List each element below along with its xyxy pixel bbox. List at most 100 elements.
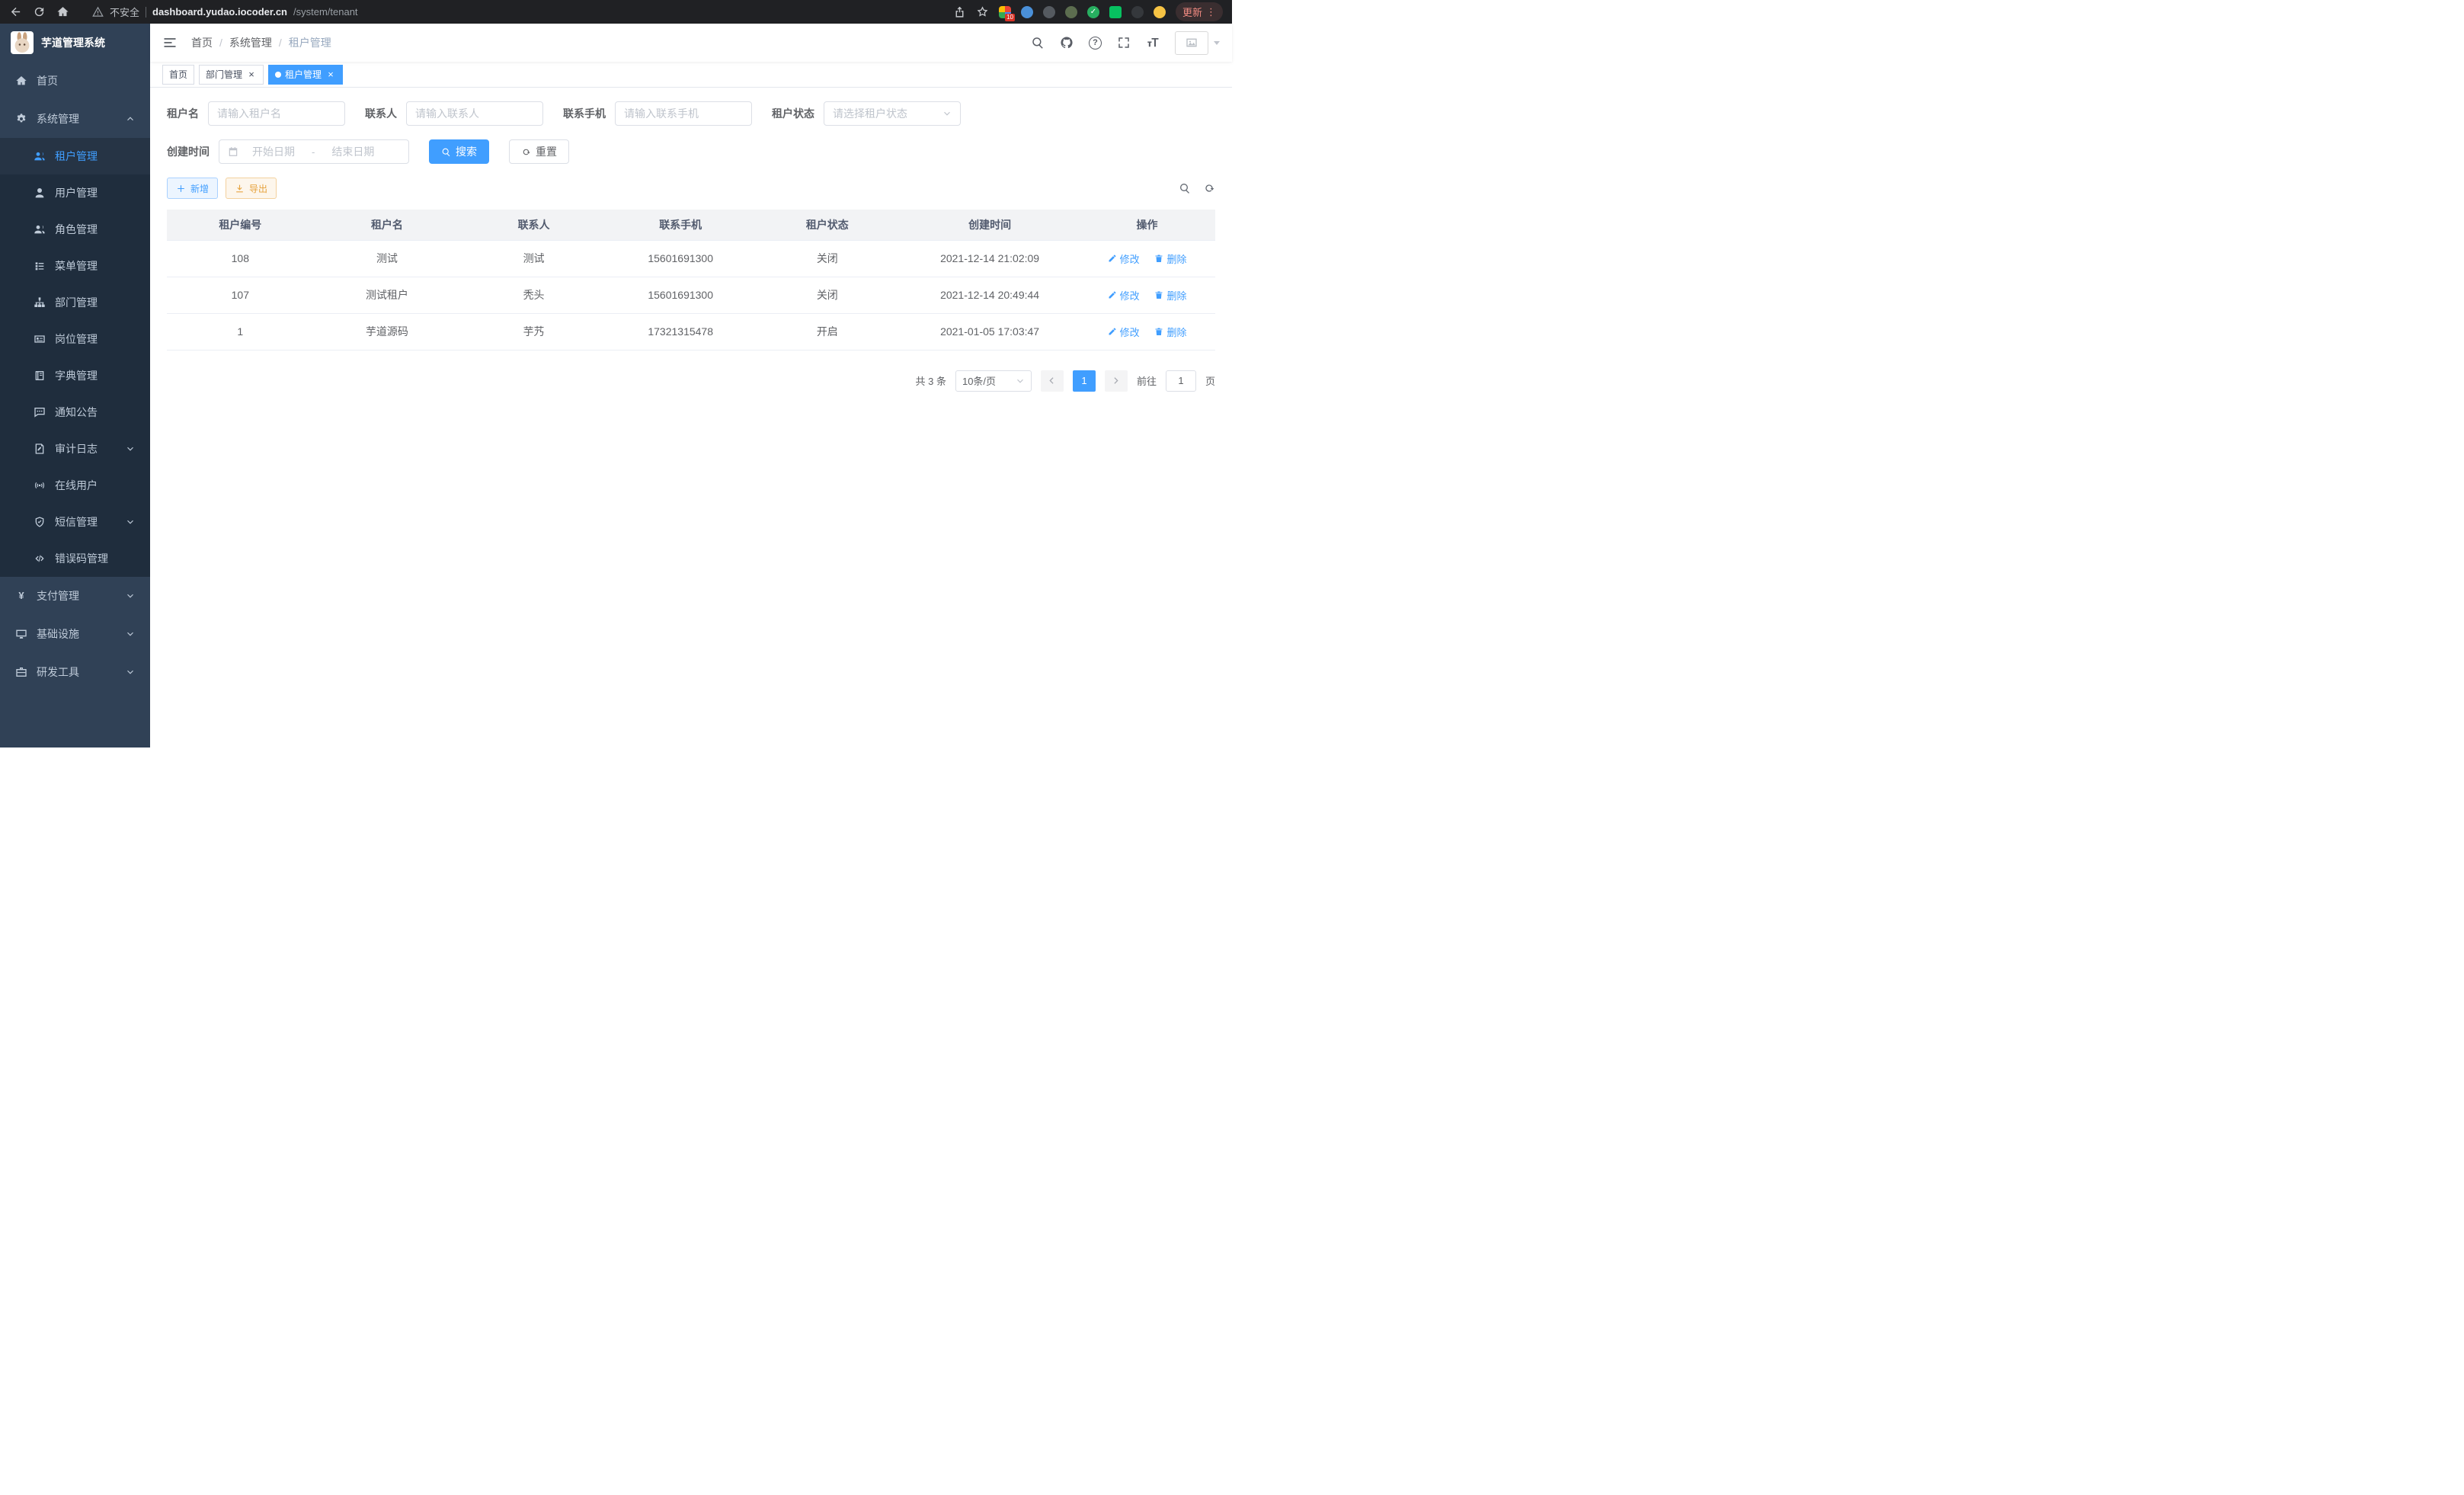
mobile-field[interactable]	[615, 101, 752, 126]
github-icon[interactable]	[1060, 36, 1074, 50]
user-avatar[interactable]	[1175, 31, 1220, 55]
reload-icon[interactable]	[33, 5, 46, 18]
sidebar-item-menu[interactable]: 菜单管理	[0, 248, 150, 284]
delete-button[interactable]: 删除	[1154, 288, 1186, 303]
extension-icon[interactable]	[1021, 6, 1033, 18]
bookmark-star-icon[interactable]	[976, 5, 989, 18]
sidebar-item-error-code[interactable]: 错误码管理	[0, 540, 150, 577]
sidebar-item-notice[interactable]: 通知公告	[0, 394, 150, 431]
status-select-input[interactable]	[833, 107, 938, 120]
chevron-down-icon	[126, 667, 135, 677]
tenant-name-field[interactable]	[208, 101, 345, 126]
address-bar[interactable]: 不安全 dashboard.yudao.iocoder.cn /system/t…	[92, 5, 942, 19]
sidebar-item-dev-tool[interactable]: 研发工具	[0, 653, 150, 691]
trash-icon	[1154, 327, 1163, 336]
browser-chrome: 不安全 dashboard.yudao.iocoder.cn /system/t…	[0, 0, 1232, 24]
prev-page-button[interactable]	[1041, 370, 1064, 392]
close-icon[interactable]: ×	[325, 69, 336, 80]
sidebar-item-user[interactable]: 用户管理	[0, 174, 150, 211]
monitor-icon	[15, 628, 27, 640]
column-header: 联系手机	[607, 210, 754, 240]
sidebar-item-label: 通知公告	[55, 405, 98, 420]
refresh-table-icon[interactable]	[1203, 182, 1215, 194]
next-page-button[interactable]	[1105, 370, 1128, 392]
cell-status: 开启	[754, 313, 901, 350]
contact-input[interactable]	[415, 107, 534, 120]
export-button[interactable]: 导出	[226, 178, 277, 199]
extension-icon[interactable]	[1043, 6, 1055, 18]
contact-field[interactable]	[406, 101, 543, 126]
cell-created: 2021-12-14 20:49:44	[901, 277, 1079, 313]
breadcrumb-item[interactable]: 系统管理	[229, 35, 272, 50]
delete-button[interactable]: 删除	[1154, 325, 1186, 339]
tag-dept[interactable]: 部门管理 ×	[199, 65, 264, 85]
extension-icon[interactable]	[1154, 6, 1166, 18]
search-icon[interactable]	[1031, 36, 1045, 50]
home-icon[interactable]	[56, 5, 69, 18]
sidebar-toggle-icon[interactable]	[162, 35, 178, 50]
page-number-button[interactable]: 1	[1073, 370, 1096, 392]
date-start-input[interactable]	[243, 146, 304, 158]
sidebar-item-post[interactable]: 岗位管理	[0, 321, 150, 357]
sidebar-item-dict[interactable]: 字典管理	[0, 357, 150, 394]
status-select[interactable]	[824, 101, 961, 126]
add-button[interactable]: 新增	[167, 178, 218, 199]
tag-tenant[interactable]: 租户管理 ×	[268, 65, 343, 85]
sidebar-item-sms[interactable]: 短信管理	[0, 504, 150, 540]
create-time-label: 创建时间	[167, 144, 210, 159]
extension-icon[interactable]	[1065, 6, 1077, 18]
page-size-select[interactable]: 10条/页	[955, 370, 1032, 392]
tag-label: 首页	[169, 68, 187, 81]
tenant-name-input[interactable]	[217, 107, 336, 120]
share-icon[interactable]	[953, 5, 966, 18]
font-size-icon[interactable]	[1146, 36, 1160, 50]
help-icon[interactable]: ?	[1089, 37, 1102, 50]
tags-view: 首页 部门管理 × 租户管理 ×	[150, 62, 1232, 88]
breadcrumb-item[interactable]: 首页	[191, 35, 213, 50]
extension-icon[interactable]	[1109, 6, 1122, 18]
browser-update-button[interactable]: 更新 ⋮	[1176, 2, 1223, 21]
sidebar-item-online-user[interactable]: 在线用户	[0, 467, 150, 504]
tenant-table: 租户编号 租户名 联系人 联系手机 租户状态 创建时间 操作 108 测试 测试	[167, 210, 1215, 351]
extension-icon[interactable]	[1131, 6, 1144, 18]
sidebar-item-dept[interactable]: 部门管理	[0, 284, 150, 321]
sidebar-item-label: 错误码管理	[55, 551, 108, 566]
cell-contact: 芋艿	[460, 313, 607, 350]
edit-button[interactable]: 修改	[1108, 251, 1140, 266]
sidebar-item-system[interactable]: 系统管理	[0, 100, 150, 138]
reset-button[interactable]: 重置	[509, 139, 569, 164]
mobile-input[interactable]	[624, 107, 743, 120]
date-separator: -	[309, 146, 318, 158]
sidebar-item-label: 租户管理	[55, 149, 98, 164]
sidebar-item-pay[interactable]: ¥ 支付管理	[0, 577, 150, 615]
tenant-name-label: 租户名	[167, 106, 199, 121]
search-button[interactable]: 搜索	[429, 139, 489, 164]
close-icon[interactable]: ×	[246, 69, 257, 80]
delete-label: 删除	[1166, 251, 1186, 266]
cell-mobile: 15601691300	[607, 240, 754, 277]
extension-icon[interactable]: ✓	[1087, 6, 1099, 18]
cell-contact: 测试	[460, 240, 607, 277]
tag-label: 部门管理	[206, 68, 242, 81]
sidebar-item-label: 岗位管理	[55, 331, 98, 347]
chevron-down-icon	[126, 629, 135, 639]
date-range-picker[interactable]: -	[219, 139, 409, 164]
date-end-input[interactable]	[322, 146, 383, 158]
sidebar-item-role[interactable]: 角色管理	[0, 211, 150, 248]
tag-home[interactable]: 首页	[162, 65, 194, 85]
extension-icon[interactable]: 10	[999, 6, 1011, 18]
edit-button[interactable]: 修改	[1108, 325, 1140, 339]
sidebar-item-home[interactable]: 首页	[0, 62, 150, 100]
edit-button[interactable]: 修改	[1108, 288, 1140, 303]
page-unit-label: 页	[1205, 373, 1215, 388]
fullscreen-icon[interactable]	[1117, 36, 1131, 50]
back-icon[interactable]	[9, 5, 22, 18]
sidebar-item-infra[interactable]: 基础设施	[0, 615, 150, 653]
goto-page-input[interactable]	[1166, 370, 1196, 392]
sidebar-item-audit-log[interactable]: 审计日志	[0, 431, 150, 467]
toggle-search-icon[interactable]	[1179, 182, 1191, 194]
edit-label: 修改	[1120, 251, 1140, 266]
page-size-value: 10条/页	[962, 373, 996, 388]
sidebar-item-tenant[interactable]: 租户管理	[0, 138, 150, 174]
delete-button[interactable]: 删除	[1154, 251, 1186, 266]
